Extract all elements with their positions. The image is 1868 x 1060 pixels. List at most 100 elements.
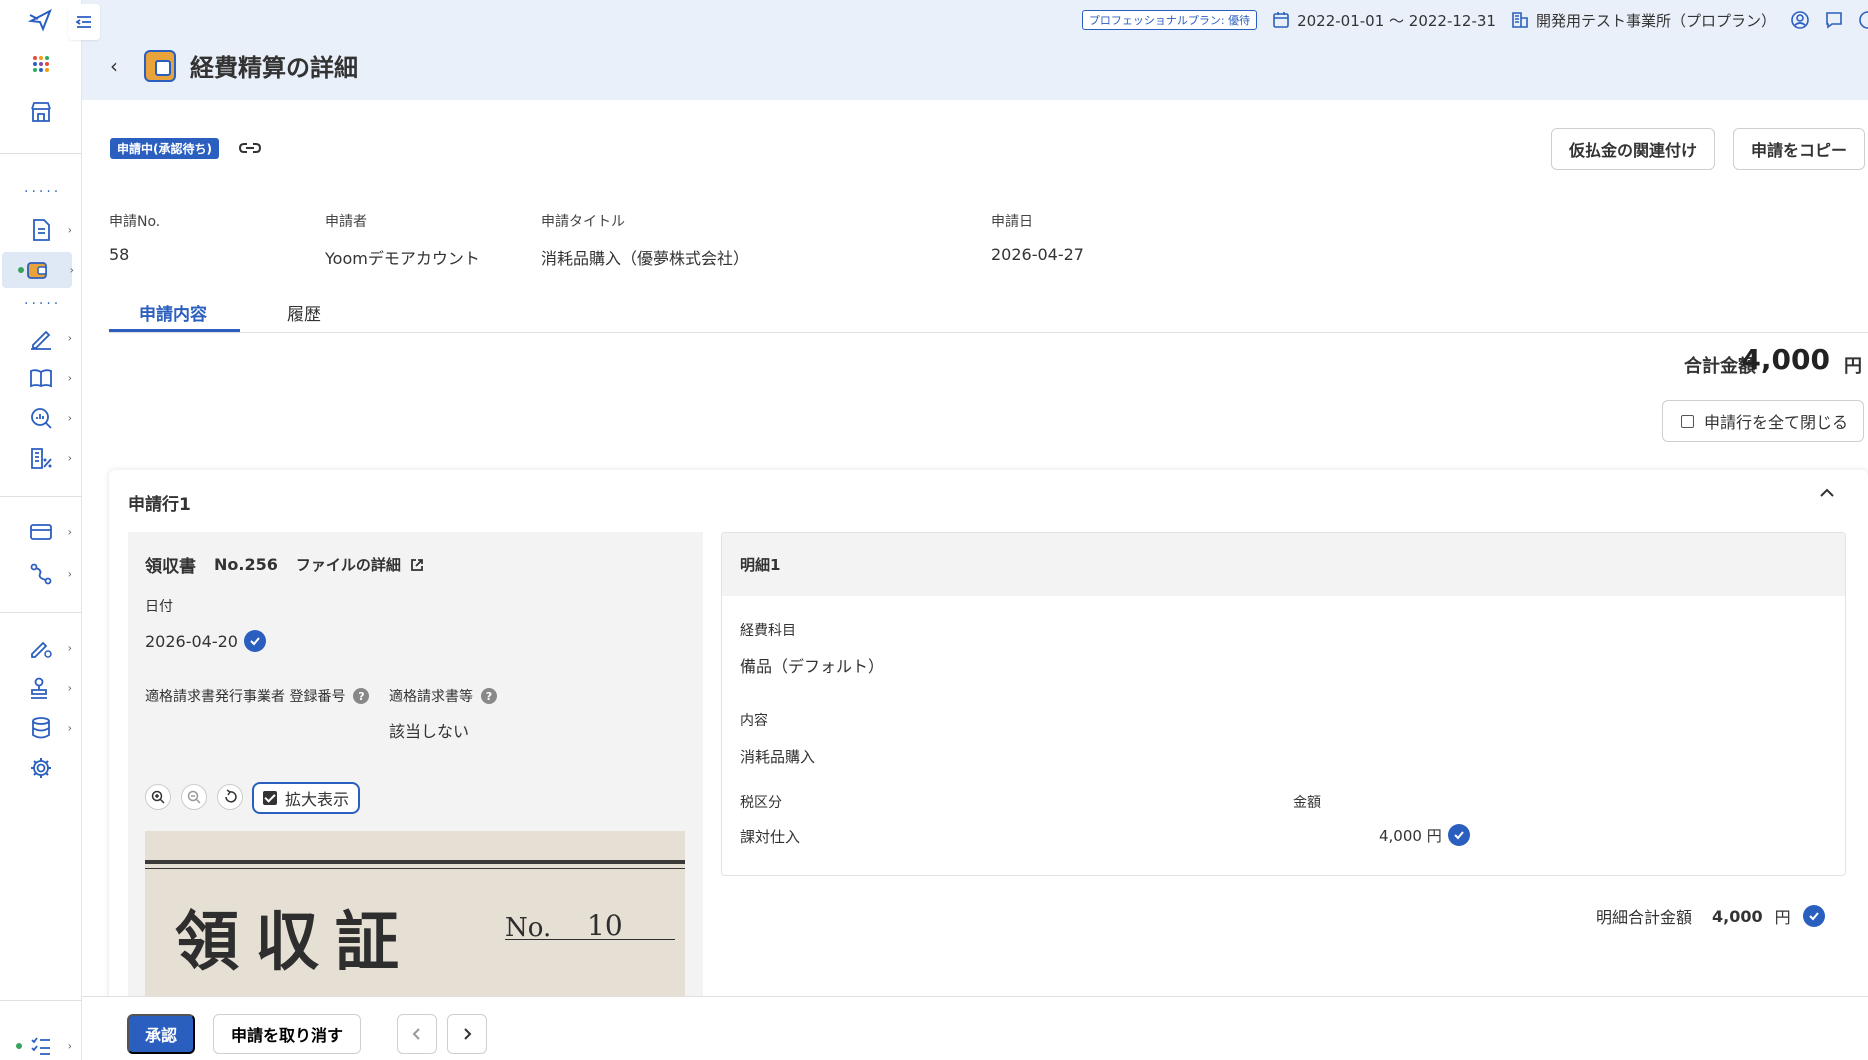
account-label: 経費科目 xyxy=(740,623,796,639)
total-amount-value: 4,000 xyxy=(1741,343,1830,376)
sidebar-item-reports[interactable]: › xyxy=(0,440,82,476)
checklist-icon xyxy=(31,1037,50,1055)
status-badge: 申請中(承認待ち) xyxy=(110,138,219,159)
receipt-date: 2026-04-20 xyxy=(145,630,266,652)
approve-button[interactable]: 承認 xyxy=(127,1014,195,1054)
sidebar-item-approval-settings[interactable]: › xyxy=(0,630,82,666)
divider-dots: ····· xyxy=(24,296,62,312)
sidebar-item-stamp[interactable]: › xyxy=(0,670,82,706)
page-title-row: ‹ 経費精算の詳細 xyxy=(110,48,358,83)
help-icon[interactable]: ? xyxy=(481,688,497,704)
request-date-label: 申請日 xyxy=(991,214,1033,230)
chevron-right-icon: › xyxy=(67,641,72,655)
zoom-out-button[interactable] xyxy=(181,784,207,810)
apps-grid-item[interactable] xyxy=(0,46,82,82)
receipt-date-label: 日付 xyxy=(145,599,173,615)
chevron-right-icon: › xyxy=(67,451,72,465)
chevron-right-icon: › xyxy=(67,681,72,695)
sidebar-item-book[interactable]: › xyxy=(0,360,82,396)
detail-total-value: 4,000 xyxy=(1712,906,1763,926)
search-chart-icon xyxy=(31,408,52,429)
chevron-right-icon: › xyxy=(69,263,74,277)
receipt-image-no-value: 10 xyxy=(587,909,623,942)
sidebar-item-expense[interactable]: › xyxy=(2,252,74,288)
sidebar-item-tasks[interactable]: › xyxy=(0,1028,82,1060)
office-icon xyxy=(1510,10,1530,30)
back-chevron-icon[interactable]: ‹ xyxy=(110,54,130,78)
book-icon xyxy=(30,369,52,388)
qualified-invoice-value: 該当しない xyxy=(389,722,470,741)
amount-value: 4,000 円 xyxy=(1379,826,1442,845)
sidebar-item-route[interactable]: › xyxy=(0,556,82,592)
sidebar-item-database[interactable]: › xyxy=(0,710,82,746)
link-icon[interactable] xyxy=(238,136,262,164)
prev-button[interactable] xyxy=(397,1014,437,1054)
tab-request-content[interactable]: 申請内容 xyxy=(139,300,207,325)
qualified-invoice-label: 適格請求書等 xyxy=(389,689,473,705)
total-amount-unit: 円 xyxy=(1844,356,1862,377)
sidebar-item-card[interactable]: › xyxy=(0,514,82,550)
pen-icon xyxy=(31,330,51,350)
receipt-image-title: 領収証 xyxy=(175,905,415,980)
chat-icon[interactable] xyxy=(1824,10,1844,30)
stamp-icon xyxy=(31,677,47,699)
account-value: 備品（デフォルト） xyxy=(740,657,885,676)
fiscal-period[interactable]: 2022-01-01 〜 2022-12-31 xyxy=(1297,10,1496,31)
sidebar-collapse-button[interactable] xyxy=(68,4,100,40)
receipt-header: 領収書 No.256 ファイルの詳細 xyxy=(145,552,425,577)
checked-checkbox[interactable] xyxy=(262,791,277,805)
sidebar-item-analysis[interactable]: › xyxy=(0,400,82,436)
qualified-invoice-field: 適格請求書等 ? xyxy=(389,686,497,706)
zoom-in-icon xyxy=(151,790,165,804)
next-button[interactable] xyxy=(447,1014,487,1054)
store-icon xyxy=(31,102,51,122)
tax-category-value: 課対仕入 xyxy=(740,828,801,846)
receipt-date-value: 2026-04-20 xyxy=(145,631,238,651)
database-icon xyxy=(32,717,50,739)
file-detail-link[interactable]: ファイルの詳細 xyxy=(296,554,425,575)
sidebar-item-store[interactable] xyxy=(0,94,82,130)
building-percent-icon xyxy=(31,448,52,469)
verified-check-icon xyxy=(243,630,266,652)
help-icon[interactable]: ? xyxy=(353,688,370,704)
expand-view-toggle[interactable]: 拡大表示 xyxy=(252,782,360,814)
checkbox[interactable] xyxy=(1681,414,1694,428)
sidebar-item-documents[interactable]: › xyxy=(0,212,82,248)
sidebar-item-sign[interactable]: › xyxy=(0,320,82,356)
copy-request-button[interactable]: 申請をコピー xyxy=(1733,128,1865,170)
logo-icon xyxy=(28,8,52,32)
detail-total-label: 明細合計金額 xyxy=(1596,908,1693,927)
close-all-lines-checkbox[interactable]: 申請行を全て閉じる xyxy=(1662,400,1864,442)
chevron-right-icon: › xyxy=(67,331,72,345)
cancel-request-button[interactable]: 申請を取り消す xyxy=(213,1014,361,1054)
sidebar: ····· › › ····· › › › › › › › › › › xyxy=(0,0,82,1060)
chevron-right-icon: › xyxy=(67,567,72,581)
rotate-icon xyxy=(225,789,237,803)
file-detail-label: ファイルの詳細 xyxy=(295,556,401,574)
account-icon[interactable] xyxy=(1790,10,1810,30)
tab-history[interactable]: 履歴 xyxy=(287,300,321,325)
zoom-in-button[interactable] xyxy=(145,784,171,810)
sidebar-item-settings[interactable] xyxy=(0,750,82,786)
active-dot xyxy=(18,267,24,273)
status-dot xyxy=(16,1043,22,1049)
detail-header xyxy=(722,533,1845,596)
office-selector[interactable]: 開発用テスト事業所（プロプラン） xyxy=(1536,10,1776,31)
request-line-title: 申請行1 xyxy=(128,495,191,515)
chevron-right-icon: › xyxy=(67,223,72,237)
registration-number-label: 適格請求書発行事業者 登録番号 xyxy=(145,689,346,705)
calendar-icon xyxy=(1271,10,1291,30)
close-all-label: 申請行を全て閉じる xyxy=(1704,413,1849,432)
rotate-button[interactable] xyxy=(217,784,243,810)
chevron-up-icon[interactable] xyxy=(1818,484,1836,506)
link-advance-button[interactable]: 仮払金の関連付け xyxy=(1551,128,1715,170)
divider-dots: ····· xyxy=(24,184,62,200)
verified-check-icon xyxy=(1447,824,1470,846)
topbar-right: プロフェッショナルプラン: 優待 2022-01-01 〜 2022-12-31… xyxy=(1081,8,1868,32)
help-icon[interactable] xyxy=(1858,10,1868,30)
chevron-right-icon xyxy=(464,1028,472,1040)
content-label: 内容 xyxy=(740,713,768,729)
chevron-right-icon: › xyxy=(67,525,72,539)
wallet-icon xyxy=(144,49,176,82)
receipt-type: 領収書 xyxy=(145,557,196,577)
